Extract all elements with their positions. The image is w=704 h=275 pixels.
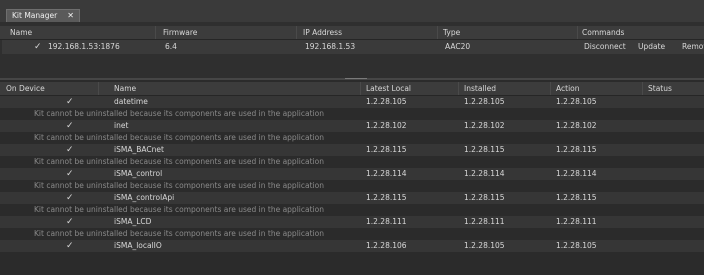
on-device-check-icon: ✓	[66, 97, 74, 107]
on-device-check-icon: ✓	[66, 217, 74, 227]
kit-note-row: Kit cannot be uninstalled because its co…	[0, 108, 704, 120]
uninstall-warning-text: Kit cannot be uninstalled because its co…	[34, 205, 324, 214]
column-divider	[155, 26, 156, 39]
kit-note-row: Kit cannot be uninstalled because its co…	[0, 228, 704, 240]
column-divider	[437, 26, 438, 39]
kit-action[interactable]: 1.2.28.102	[556, 120, 597, 132]
device-type: AAC20	[445, 42, 471, 51]
kit-action[interactable]: 1.2.28.115	[556, 192, 597, 204]
kit-installed: 1.2.28.114	[464, 169, 505, 178]
column-divider	[360, 82, 361, 95]
kit-installed: 1.2.28.115	[464, 145, 505, 154]
kit-action[interactable]: 1.2.28.111	[556, 216, 597, 228]
kit-table-header: On Device Name Latest Local Installed Ac…	[0, 82, 704, 96]
on-device-check-icon: ✓	[66, 121, 74, 131]
column-divider	[458, 82, 459, 95]
kit-row[interactable]: ✓ iSMA_localIO 1.2.28.106 1.2.28.105 1.2.28.…	[0, 240, 704, 252]
kit-latest-local: 1.2.28.106	[366, 241, 407, 250]
device-table-header: Name Firmware IP Address Type Commands	[0, 26, 704, 40]
column-divider	[296, 26, 297, 39]
remove-button[interactable]: Remov	[682, 40, 704, 54]
kit-row[interactable]: ✓ iSMA_control 1.2.28.114 1.2.28.114 1.2.28.…	[0, 168, 704, 180]
kit-row[interactable]: ✓ iSMA_LCD 1.2.28.111 1.2.28.111 1.2.28.111	[0, 216, 704, 228]
kit-latest-local: 1.2.28.102	[366, 121, 407, 130]
kit-installed: 1.2.28.102	[464, 121, 505, 130]
tab-title: Kit Manager	[12, 11, 58, 20]
column-divider	[98, 82, 99, 95]
device-panel: Name Firmware IP Address Type Commands ✓…	[0, 22, 704, 78]
splitter-grip-icon[interactable]	[345, 78, 367, 79]
kit-name: inet	[114, 121, 129, 130]
kit-latest-local: 1.2.28.111	[366, 217, 407, 226]
kit-installed: 1.2.28.105	[464, 241, 505, 250]
kit-name: iSMA_BACnet	[114, 145, 164, 154]
header-status[interactable]: Status	[648, 82, 672, 95]
kit-name: iSMA_LCD	[114, 217, 152, 226]
kit-note-row: Kit cannot be uninstalled because its co…	[0, 156, 704, 168]
kit-note-row: Kit cannot be uninstalled because its co…	[0, 180, 704, 192]
uninstall-warning-text: Kit cannot be uninstalled because its co…	[34, 157, 324, 166]
on-device-check-icon: ✓	[66, 241, 74, 251]
connected-check-icon: ✓	[34, 42, 42, 52]
uninstall-warning-text: Kit cannot be uninstalled because its co…	[34, 133, 324, 142]
column-divider	[550, 82, 551, 95]
kit-row[interactable]: ✓ iSMA_controlApi 1.2.28.115 1.2.28.115 1.2.…	[0, 192, 704, 204]
header-name[interactable]: Name	[10, 26, 32, 39]
header-latest-local[interactable]: Latest Local	[366, 82, 411, 95]
kit-name: iSMA_localIO	[114, 241, 162, 250]
header-on-device[interactable]: On Device	[6, 82, 45, 95]
header-kit-name[interactable]: Name	[114, 82, 136, 95]
kit-installed: 1.2.28.115	[464, 193, 505, 202]
kit-row[interactable]: ✓ datetime 1.2.28.105 1.2.28.105 1.2.28.105	[0, 96, 704, 108]
on-device-check-icon: ✓	[66, 145, 74, 155]
header-ip-address[interactable]: IP Address	[303, 26, 342, 39]
kit-action[interactable]: 1.2.28.105	[556, 240, 597, 252]
kit-action[interactable]: 1.2.28.115	[556, 144, 597, 156]
kit-installed: 1.2.28.111	[464, 217, 505, 226]
tab-bar: Kit Manager ✕	[0, 0, 704, 22]
disconnect-button[interactable]: Disconnect	[584, 40, 626, 54]
uninstall-warning-text: Kit cannot be uninstalled because its co…	[34, 109, 324, 118]
device-name: 192.168.1.53:1876	[48, 42, 120, 51]
uninstall-warning-text: Kit cannot be uninstalled because its co…	[34, 181, 324, 190]
kit-name: iSMA_controlApi	[114, 193, 175, 202]
kit-row[interactable]: ✓ inet 1.2.28.102 1.2.28.102 1.2.28.102	[0, 120, 704, 132]
kit-latest-local: 1.2.28.115	[366, 193, 407, 202]
tab-kit-manager[interactable]: Kit Manager ✕	[6, 9, 80, 22]
kits-panel: On Device Name Latest Local Installed Ac…	[0, 80, 704, 275]
kit-installed: 1.2.28.105	[464, 97, 505, 106]
header-action[interactable]: Action	[556, 82, 580, 95]
device-firmware: 6.4	[165, 42, 177, 51]
close-icon[interactable]: ✕	[67, 10, 74, 22]
kit-action[interactable]: 1.2.28.114	[556, 168, 597, 180]
device-row[interactable]: ✓ 192.168.1.53:1876 6.4 192.168.1.53 AAC…	[2, 40, 704, 54]
kit-latest-local: 1.2.28.105	[366, 97, 407, 106]
on-device-check-icon: ✓	[66, 193, 74, 203]
kit-row[interactable]: ✓ iSMA_BACnet 1.2.28.115 1.2.28.115 1.2.28.1…	[0, 144, 704, 156]
kit-latest-local: 1.2.28.115	[366, 145, 407, 154]
header-firmware[interactable]: Firmware	[163, 26, 197, 39]
kit-note-row: Kit cannot be uninstalled because its co…	[0, 132, 704, 144]
column-divider	[577, 26, 578, 39]
header-type[interactable]: Type	[443, 26, 460, 39]
on-device-check-icon: ✓	[66, 169, 74, 179]
kit-name: iSMA_control	[114, 169, 163, 178]
device-ip: 192.168.1.53	[305, 42, 356, 51]
column-divider	[642, 82, 643, 95]
kit-note-row: Kit cannot be uninstalled because its co…	[0, 204, 704, 216]
header-installed[interactable]: Installed	[464, 82, 496, 95]
kit-latest-local: 1.2.28.114	[366, 169, 407, 178]
update-button[interactable]: Update	[638, 40, 665, 54]
header-commands[interactable]: Commands	[582, 26, 624, 39]
kit-action[interactable]: 1.2.28.105	[556, 96, 597, 108]
uninstall-warning-text: Kit cannot be uninstalled because its co…	[34, 229, 324, 238]
kit-name: datetime	[114, 97, 148, 106]
